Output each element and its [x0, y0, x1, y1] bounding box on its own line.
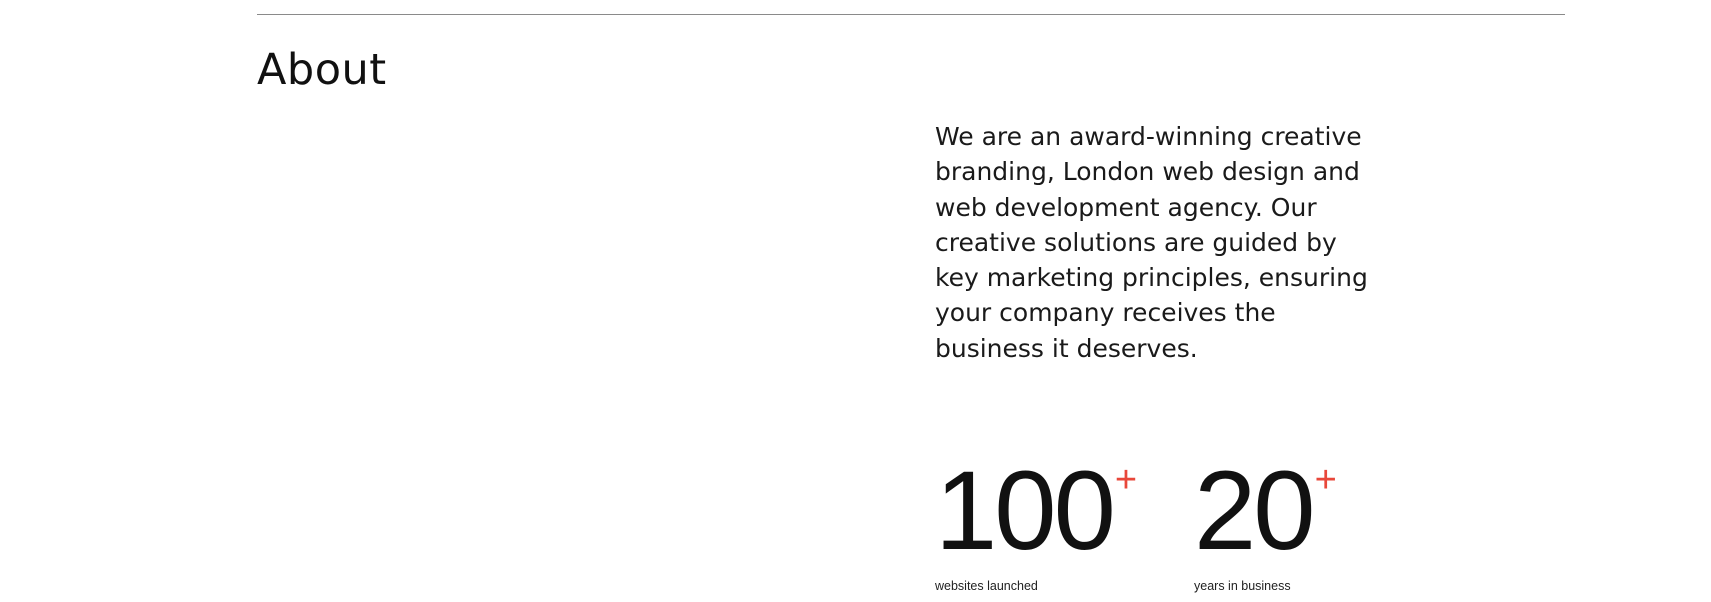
- stat-label: websites launched: [935, 579, 1038, 593]
- about-section: About We are an award-winning creative b…: [0, 0, 1711, 602]
- stat-plus-sign: +: [1314, 459, 1337, 501]
- stat-value: 20: [1194, 448, 1316, 573]
- section-divider: [257, 14, 1565, 15]
- stat-label: years in business: [1194, 579, 1291, 593]
- stat-plus-sign: +: [1114, 459, 1138, 501]
- section-title: About: [257, 45, 387, 95]
- stat-years-in-business: 20+ years in business: [1194, 448, 1337, 594]
- about-intro-text: We are an award-winning creative brandin…: [935, 122, 1368, 363]
- stat-value: 100: [935, 448, 1116, 573]
- stat-websites-launched: 100+ websites launched: [935, 448, 1138, 594]
